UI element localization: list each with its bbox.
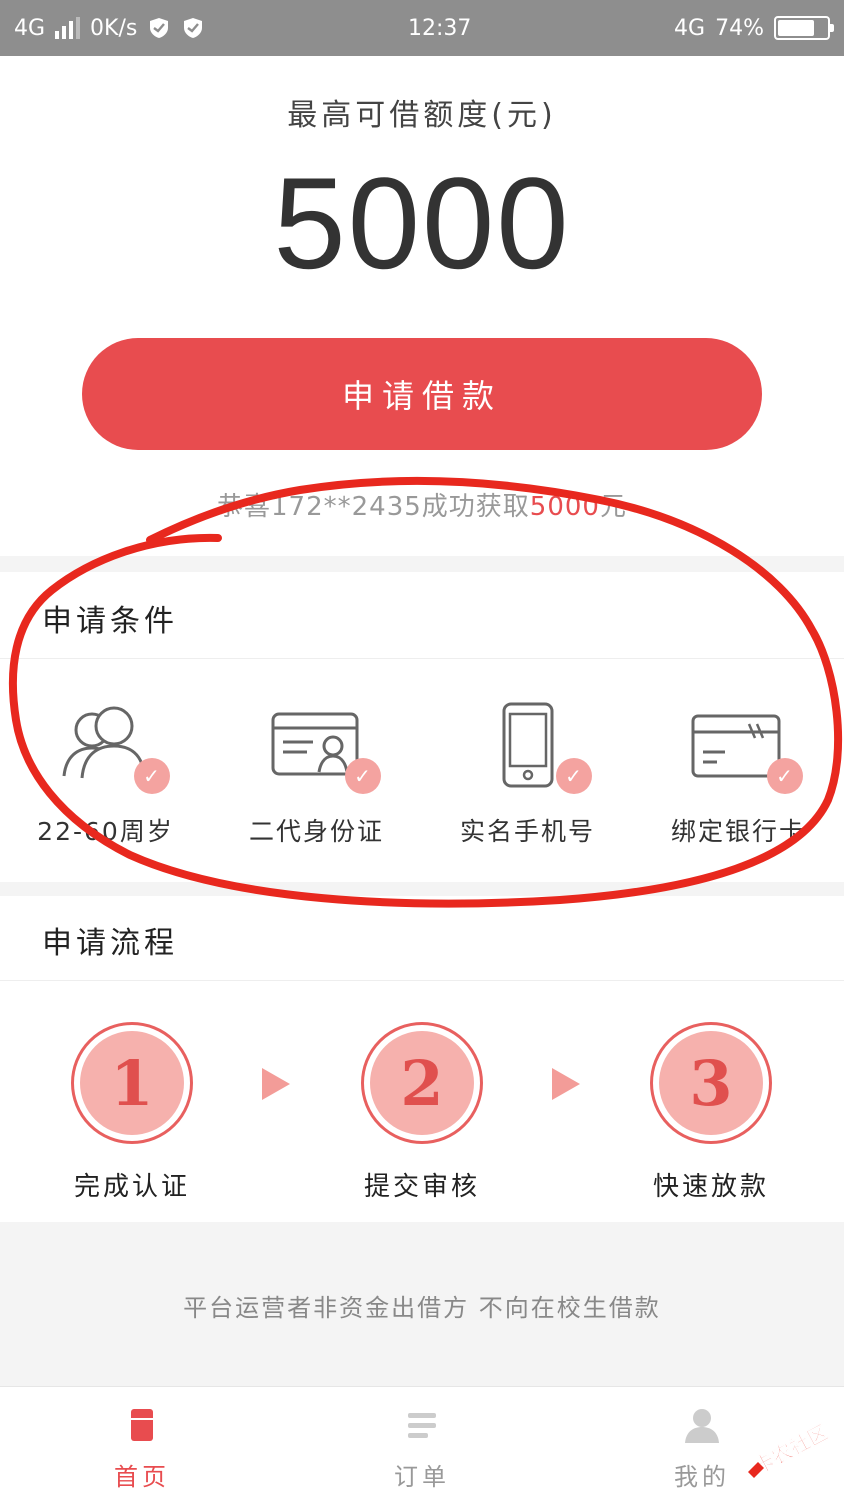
network-type-right: 4G xyxy=(674,15,706,41)
arrow-right-icon xyxy=(552,1068,580,1100)
condition-label: 绑定银行卡 xyxy=(670,817,806,846)
status-time: 12:37 xyxy=(408,15,472,41)
condition-phone: ✓ 实名手机号 xyxy=(422,702,633,852)
divider xyxy=(0,980,844,981)
loan-limit-card: 最高可借额度(元) 5000 申请借款 恭喜172**2435成功获取5000元 xyxy=(0,56,844,556)
check-badge-icon: ✓ xyxy=(555,758,592,794)
step-number: 1 xyxy=(80,1031,184,1135)
bottom-nav: 首页 订单 我的 xyxy=(0,1386,844,1500)
limit-label: 最高可借额度(元) xyxy=(287,98,557,133)
notice-suffix: 元 xyxy=(599,492,627,522)
limit-amount: 5000 xyxy=(273,150,571,296)
battery-percent: 74% xyxy=(715,15,764,41)
conditions-section: 申请条件 ✓ 22-60周岁 ✓ 二代身份证 ✓ 实名手机号 ✓ 绑定银行卡 xyxy=(0,572,844,882)
status-left: 4G 0K/s xyxy=(14,16,205,41)
nav-label: 首页 xyxy=(114,1463,170,1491)
step-number: 3 xyxy=(659,1031,763,1135)
divider xyxy=(0,658,844,659)
apply-loan-button[interactable]: 申请借款 xyxy=(82,338,762,450)
network-type-left: 4G xyxy=(14,15,46,41)
condition-age: ✓ 22-60周岁 xyxy=(0,702,211,852)
status-right: 4G 74% xyxy=(674,15,834,41)
condition-id-card: ✓ 二代身份证 xyxy=(211,702,422,852)
condition-label: 实名手机号 xyxy=(459,817,595,846)
notice-prefix: 恭喜172**2435成功获取 xyxy=(217,492,530,522)
conditions-title: 申请条件 xyxy=(42,604,178,639)
battery-fill xyxy=(778,20,814,36)
step-label: 提交审核 xyxy=(363,1172,480,1202)
step-2: 2 提交审核 xyxy=(357,1022,487,1203)
battery-icon xyxy=(774,16,834,40)
step-label: 快速放款 xyxy=(652,1172,769,1202)
shield-check-icon xyxy=(150,18,169,38)
watermark-logo: 卡农社区 xyxy=(748,1420,832,1479)
step-1: 1 完成认证 xyxy=(67,1022,197,1203)
success-notice: 恭喜172**2435成功获取5000元 xyxy=(0,486,844,523)
nav-home[interactable]: 首页 xyxy=(72,1405,212,1492)
condition-bank-card: ✓ 绑定银行卡 xyxy=(633,702,844,852)
watermark-text: 卡农社区 xyxy=(750,1420,832,1479)
step-label: 完成认证 xyxy=(73,1172,190,1202)
status-bar: 4G 0K/s 12:37 4G 74% xyxy=(0,0,844,56)
check-badge-icon: ✓ xyxy=(344,758,381,794)
process-section: 申请流程 1 完成认证 2 提交审核 3 快速放款 xyxy=(0,896,844,1222)
orders-icon xyxy=(408,1413,436,1438)
signal-icon xyxy=(55,17,81,39)
arrow-right-icon xyxy=(262,1068,290,1100)
check-badge-icon: ✓ xyxy=(133,758,170,794)
check-badge-icon: ✓ xyxy=(766,758,803,794)
condition-label: 二代身份证 xyxy=(248,817,384,846)
shield-check-icon xyxy=(184,18,203,38)
step-3: 3 快速放款 xyxy=(646,1022,776,1203)
home-icon xyxy=(131,1409,153,1441)
process-title: 申请流程 xyxy=(42,926,178,961)
network-speed: 0K/s xyxy=(90,15,138,41)
step-number: 2 xyxy=(370,1031,474,1135)
profile-icon xyxy=(685,1409,719,1443)
nav-orders[interactable]: 订单 xyxy=(352,1405,492,1492)
nav-label: 订单 xyxy=(394,1463,450,1491)
disclaimer-text: 平台运营者非资金出借方 不向在校生借款 xyxy=(183,1294,661,1322)
condition-label: 22-60周岁 xyxy=(37,817,174,846)
notice-amount: 5000 xyxy=(529,492,600,522)
